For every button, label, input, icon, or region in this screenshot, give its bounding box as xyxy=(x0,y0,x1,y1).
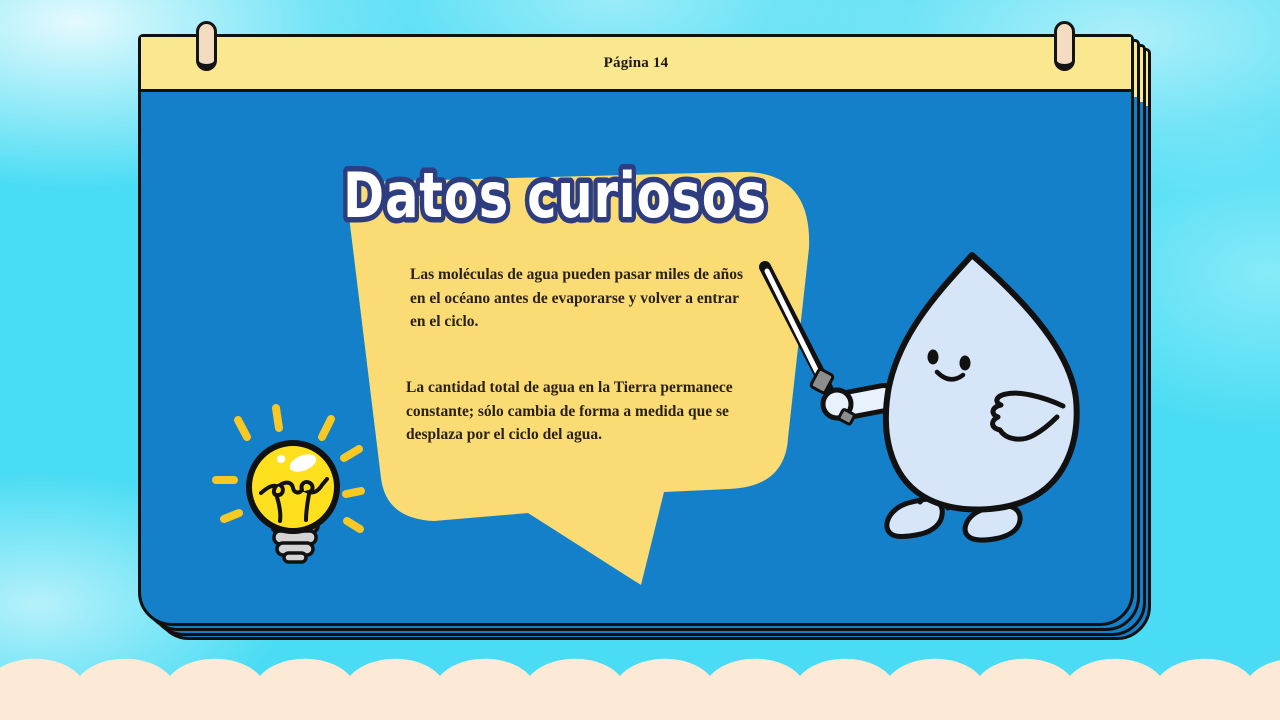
lightbulb-highlight-dot xyxy=(277,455,285,463)
character-body xyxy=(886,255,1077,510)
lightbulb-icon xyxy=(216,408,361,562)
fact-paragraph: Las moléculas de agua pueden pasar miles… xyxy=(410,263,750,334)
water-drop-character xyxy=(823,255,1077,540)
slide-artwork: Datos curiosos xyxy=(0,0,1280,720)
fact-paragraph: La cantidad total de agua en la Tierra p… xyxy=(406,376,754,447)
slide-title: Datos curiosos xyxy=(343,159,767,232)
